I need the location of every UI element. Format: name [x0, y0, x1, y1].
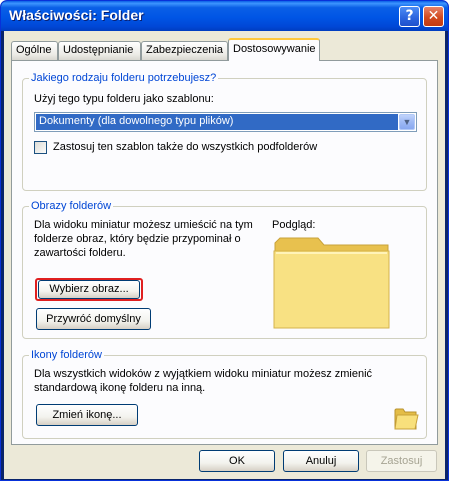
template-select-value: Dokumenty (dla dowolnego typu plików) — [36, 114, 398, 130]
choose-picture-button[interactable]: Wybierz obraz... — [38, 280, 140, 299]
change-icon-button[interactable]: Zmień ikonę... — [36, 404, 138, 426]
dialog-body: Ogólne Udostępnianie Zabezpieczenia Dost… — [4, 31, 445, 479]
folder-icons-group: Ikony folderów Dla wszystkich widoków z … — [22, 349, 427, 439]
folder-icon — [394, 408, 419, 430]
folder-icons-legend: Ikony folderów — [29, 349, 104, 361]
pictures-description-line2: folderze obraz, który będzie przypominał… — [34, 233, 241, 245]
restore-default-button[interactable]: Przywróć domyślny — [36, 308, 151, 330]
chevron-down-icon[interactable]: ▼ — [399, 114, 415, 130]
folder-type-group: Jakiego rodzaju folderu potrzebujesz? Uż… — [22, 72, 427, 191]
properties-window: Właściwości: Folder ? ✕ Ogólne Udostępni… — [0, 0, 449, 481]
close-button[interactable]: ✕ — [423, 6, 444, 27]
ok-button[interactable]: OK — [199, 450, 275, 472]
tab-customize[interactable]: Dostosowywanie — [228, 38, 320, 61]
tab-security[interactable]: Zabezpieczenia — [141, 41, 228, 60]
apply-subfolders-checkbox[interactable] — [34, 141, 47, 154]
icons-description-line2: standardową ikonę folderu na inną. — [34, 382, 206, 394]
pictures-description-line1: Dla widoku miniatur możesz umieścić na t… — [34, 219, 253, 231]
customize-panel: Jakiego rodzaju folderu potrzebujesz? Uż… — [11, 60, 438, 445]
icons-description-line1: Dla wszystkich widoków z wyjątkiem widok… — [34, 368, 373, 380]
title-bar[interactable]: Właściwości: Folder ? ✕ — [1, 1, 448, 31]
apply-button[interactable]: Zastosuj — [366, 450, 437, 472]
help-button[interactable]: ? — [399, 6, 420, 27]
folder-pictures-legend: Obrazy folderów — [29, 200, 114, 212]
template-select[interactable]: Dokumenty (dla dowolnego typu plików) ▼ — [34, 112, 417, 132]
template-label: Użyj tego typu folderu jako szablonu: — [34, 93, 214, 105]
tab-sharing[interactable]: Udostępnianie — [58, 41, 141, 60]
folder-type-legend: Jakiego rodzaju folderu potrzebujesz? — [29, 72, 219, 84]
preview-label: Podgląd: — [272, 219, 316, 231]
cancel-button[interactable]: Anuluj — [283, 450, 359, 472]
folder-pictures-group: Obrazy folderów Dla widoku miniatur może… — [22, 200, 427, 339]
pictures-description-line3: zawartości folderu. — [34, 247, 126, 259]
tab-general[interactable]: Ogólne — [11, 41, 58, 60]
folder-preview-icon — [273, 237, 390, 329]
window-title: Właściwości: Folder — [9, 7, 144, 23]
apply-subfolders-label[interactable]: Zastosuj ten szablon także do wszystkich… — [53, 141, 317, 153]
